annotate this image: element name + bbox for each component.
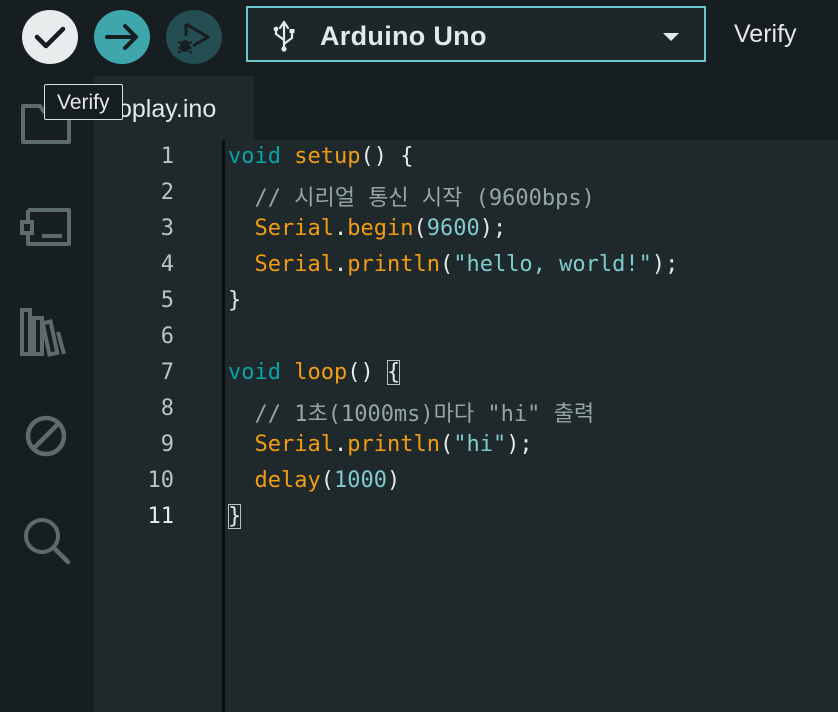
code-token: );	[651, 252, 679, 277]
library-icon	[20, 308, 66, 357]
code-token: ()	[347, 360, 387, 385]
code-text: void setup() {	[228, 144, 413, 169]
line-number: 7	[160, 360, 174, 385]
code-token: (	[413, 216, 427, 241]
code-token: delay	[254, 468, 321, 493]
sidebar	[0, 76, 94, 712]
code-token: () {	[360, 144, 414, 169]
line-number: 4	[160, 252, 174, 277]
code-token: (	[320, 468, 334, 493]
code-token: .	[333, 252, 348, 277]
code-token: void	[228, 360, 281, 385]
search-button[interactable]	[18, 512, 74, 568]
code-token: "hello, world!"	[453, 252, 652, 277]
code-editor[interactable]: 1 void setup() {2 // 시리얼 통신 시작 (9600bps) 3…	[94, 140, 838, 712]
board-name: Arduino Uno	[320, 21, 487, 51]
code-line[interactable]: 4 Serial.println("hello, world!");	[94, 248, 838, 284]
tab-bar: oplay.ino	[94, 76, 838, 140]
code-token: (	[439, 252, 454, 277]
caret-down-icon	[663, 33, 679, 41]
code-token: Serial	[254, 216, 334, 241]
toolbar: Arduino Uno Verify	[0, 0, 838, 76]
code-line[interactable]: 5}	[94, 284, 838, 320]
line-number: 10	[147, 468, 175, 493]
code-token: // 1초(1000ms)마다 "hi" 출력	[228, 402, 595, 427]
code-token: .	[333, 432, 348, 457]
code-line[interactable]: 1 void setup() {	[94, 140, 838, 176]
code-line[interactable]: 7 void loop() {	[94, 356, 838, 392]
code-text: void loop() {	[228, 360, 401, 385]
code-text: Serial.begin(9600);	[228, 216, 507, 241]
line-number: 8	[160, 396, 174, 421]
line-number: 5	[160, 288, 174, 313]
matched-bracket: {	[386, 360, 401, 385]
code-text: Serial.println("hello, world!");	[228, 252, 679, 277]
arrow-right-icon	[105, 24, 138, 50]
usb-icon	[273, 20, 295, 52]
code-line[interactable]: 8 // 1초(1000ms)마다 "hi" 출력	[94, 392, 838, 428]
line-number: 3	[160, 216, 174, 241]
code-text: // 시리얼 통신 시작 (9600bps)	[228, 180, 595, 212]
code-token: loop	[294, 360, 348, 385]
checkmark-icon	[34, 26, 66, 49]
code-line[interactable]: 2 // 시리얼 통신 시작 (9600bps)	[94, 176, 838, 212]
code-token: Serial	[254, 432, 334, 457]
code-text: }	[228, 504, 242, 529]
code-token: setup	[294, 144, 361, 169]
code-token: 9600	[426, 216, 480, 241]
verify-label: Verify	[734, 20, 797, 48]
matched-bracket: }	[228, 504, 242, 529]
debug-play-icon	[177, 22, 210, 54]
line-number: 6	[160, 324, 174, 349]
verify-tooltip: Verify	[44, 84, 123, 120]
code-token: // 시리얼 통신 시작 (9600bps)	[228, 186, 595, 211]
code-token: }	[228, 288, 242, 313]
code-line[interactable]: 11}	[94, 500, 838, 536]
code-token: "hi"	[453, 432, 507, 457]
line-number: 2	[160, 180, 174, 205]
code-text: // 1초(1000ms)마다 "hi" 출력	[228, 396, 594, 428]
line-number: 9	[160, 432, 174, 457]
debug-icon	[25, 415, 67, 457]
code-token: (	[439, 432, 454, 457]
code-text: delay(1000)	[228, 468, 401, 493]
verify-button[interactable]	[22, 10, 78, 64]
code-token: 1000	[333, 468, 387, 493]
code-token: )	[386, 468, 401, 493]
line-number: 1	[160, 144, 174, 169]
board-selector[interactable]: Arduino Uno	[246, 6, 706, 62]
code-token: begin	[347, 216, 414, 241]
code-token: void	[228, 144, 281, 169]
boards-manager-button[interactable]	[18, 200, 74, 256]
search-icon	[24, 518, 71, 565]
line-number: 11	[147, 504, 175, 529]
code-line[interactable]: 6	[94, 320, 838, 356]
upload-button[interactable]	[94, 10, 150, 64]
debug-panel-button[interactable]	[18, 408, 74, 464]
debug-button[interactable]	[166, 10, 222, 64]
code-token: println	[347, 432, 440, 457]
code-line[interactable]: 3 Serial.begin(9600);	[94, 212, 838, 248]
code-text: Serial.println("hi");	[228, 432, 533, 457]
code-token: .	[333, 216, 348, 241]
code-text: }	[228, 288, 241, 313]
code-line[interactable]: 10 delay(1000)	[94, 464, 838, 500]
code-line[interactable]: 9 Serial.println("hi");	[94, 428, 838, 464]
code-token: Serial	[254, 252, 334, 277]
code-token: println	[347, 252, 440, 277]
code-token: );	[506, 432, 533, 457]
code-token: );	[479, 216, 507, 241]
tab-label: oplay.ino	[118, 95, 217, 123]
board-manager-icon	[20, 208, 71, 246]
library-manager-button[interactable]	[18, 304, 74, 360]
